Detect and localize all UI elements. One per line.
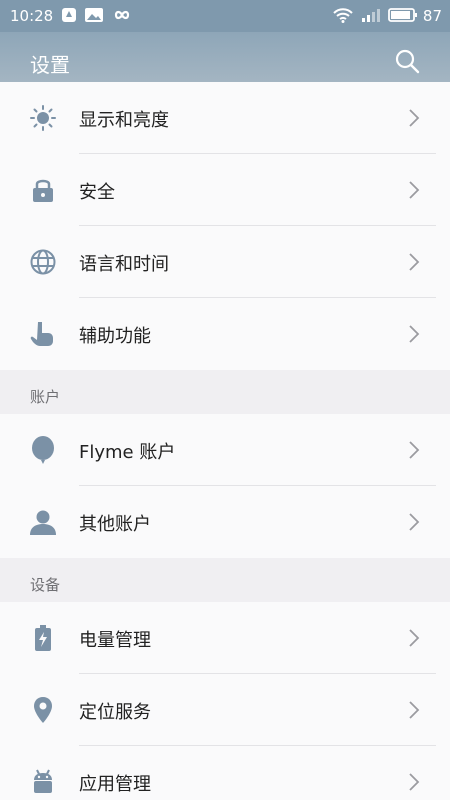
battery-charging-icon <box>35 625 51 651</box>
settings-item-label: 电量管理 <box>79 630 151 651</box>
chevron-right-icon <box>409 441 420 459</box>
section-header-accounts: 账户 <box>0 370 450 414</box>
balloon-icon <box>32 436 54 464</box>
chevron-right-icon <box>409 325 420 343</box>
settings-item-app-management[interactable]: 应用管理 <box>0 746 450 800</box>
chevron-right-icon <box>409 701 420 719</box>
settings-item-label: 辅助功能 <box>79 326 151 347</box>
status-time: 10:28 <box>10 7 54 25</box>
settings-item-flyme-account[interactable]: Flyme 账户 <box>0 414 450 486</box>
globe-icon <box>30 249 56 275</box>
settings-item-label: 语言和时间 <box>79 254 169 275</box>
settings-item-label: 定位服务 <box>79 702 151 723</box>
signal-icon <box>362 9 380 22</box>
notification-icon <box>62 8 76 22</box>
lock-icon <box>33 179 53 202</box>
chevron-right-icon <box>409 253 420 271</box>
user-icon <box>30 510 56 535</box>
image-icon <box>85 8 103 22</box>
android-icon <box>34 769 52 793</box>
settings-item-label: 安全 <box>79 182 115 203</box>
sun-icon <box>30 105 56 131</box>
chevron-right-icon <box>409 513 420 531</box>
status-bar: 10:28 87 <box>0 0 450 32</box>
search-icon[interactable] <box>394 48 420 74</box>
hand-icon <box>30 322 53 346</box>
settings-item-security[interactable]: 安全 <box>0 154 450 226</box>
settings-item-label: 显示和亮度 <box>79 110 169 131</box>
chevron-right-icon <box>409 773 420 791</box>
settings-item-battery[interactable]: 电量管理 <box>0 602 450 674</box>
page-title: 设置 <box>30 53 70 77</box>
settings-item-display[interactable]: 显示和亮度 <box>0 82 450 154</box>
infinity-icon <box>114 10 130 20</box>
chevron-right-icon <box>409 629 420 647</box>
chevron-right-icon <box>409 109 420 127</box>
settings-item-other-accounts[interactable]: 其他账户 <box>0 486 450 558</box>
settings-item-accessibility[interactable]: 辅助功能 <box>0 298 450 370</box>
settings-item-location[interactable]: 定位服务 <box>0 674 450 746</box>
settings-item-label: 其他账户 <box>79 514 151 535</box>
settings-item-label: Flyme 账户 <box>79 442 176 463</box>
battery-level: 87 <box>422 7 442 25</box>
settings-item-label: 应用管理 <box>79 774 151 795</box>
battery-icon <box>388 8 417 22</box>
settings-item-language-time[interactable]: 语言和时间 <box>0 226 450 298</box>
settings-list: 显示和亮度 安全 语言和时间 辅助功能 账户 Flyme 账户 其他账户 设备 … <box>0 82 450 800</box>
section-header-device: 设备 <box>0 558 450 602</box>
wifi-icon <box>333 8 353 23</box>
location-icon <box>34 697 52 723</box>
chevron-right-icon <box>409 181 420 199</box>
